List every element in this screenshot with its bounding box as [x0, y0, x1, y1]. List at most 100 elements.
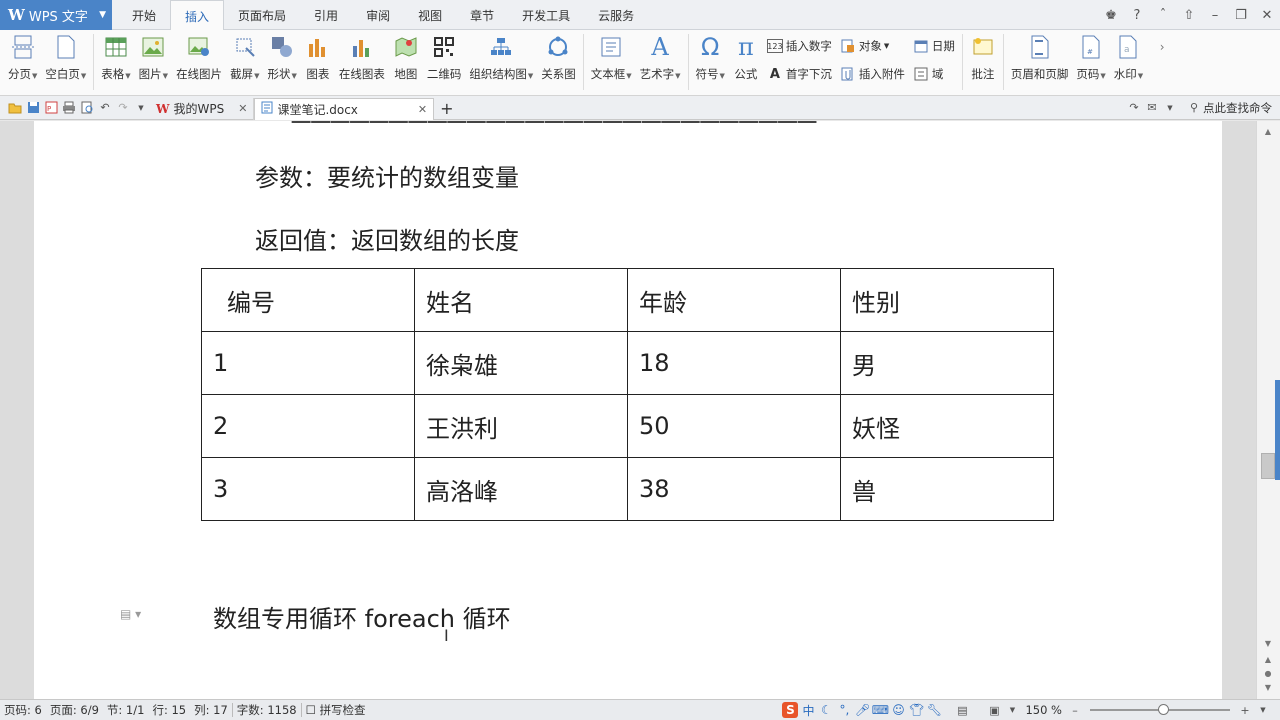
close-icon[interactable]: ✕: [418, 103, 427, 116]
help-button[interactable]: ?: [1124, 8, 1150, 23]
reading-view-icon[interactable]: ▤: [953, 702, 971, 718]
status-section[interactable]: 节: 1/1: [103, 702, 149, 718]
online-picture-button[interactable]: 在线图片: [172, 30, 226, 92]
status-page-code[interactable]: 页码: 6: [0, 702, 46, 718]
page-number-button[interactable]: # 页码▼: [1072, 30, 1109, 92]
table-header-cell[interactable]: 姓名: [414, 268, 628, 332]
table-cell[interactable]: 徐枭雄: [414, 331, 628, 395]
tab-cloud[interactable]: 云服务: [584, 0, 648, 30]
app-menu-button[interactable]: W WPS 文字 ▼: [0, 0, 112, 30]
org-chart-button[interactable]: 组织结构图▼: [465, 30, 537, 92]
paragraph-options-icon[interactable]: ▤ ▾: [120, 607, 141, 621]
minimize-button[interactable]: –: [1202, 8, 1228, 23]
scrollbar-thumb[interactable]: [1261, 453, 1275, 479]
picture-button[interactable]: 图片▼: [135, 30, 172, 92]
open-folder-icon[interactable]: [6, 100, 24, 116]
wrench-icon[interactable]: 🔧︎: [926, 702, 942, 718]
vertical-scrollbar[interactable]: ▲ ▼ ▲ ● ▼: [1256, 121, 1280, 699]
scroll-up-icon[interactable]: ▲: [1257, 127, 1279, 143]
spell-check-toggle[interactable]: ☐ 拼写检查: [302, 702, 370, 718]
tab-page-layout[interactable]: 页面布局: [224, 0, 300, 30]
insert-attachment-button[interactable]: 插入附件: [840, 62, 905, 86]
drop-cap-button[interactable]: A 首字下沉: [767, 62, 832, 86]
chevron-up-icon[interactable]: ˆ: [1150, 8, 1176, 23]
tab-references[interactable]: 引用: [300, 0, 352, 30]
side-panel-handle[interactable]: [1275, 380, 1280, 480]
save-icon[interactable]: [24, 100, 42, 116]
tab-review[interactable]: 审阅: [352, 0, 404, 30]
moon-icon[interactable]: ☾: [818, 702, 834, 718]
table-cell[interactable]: 2: [201, 394, 415, 458]
close-button[interactable]: ✕: [1254, 8, 1280, 23]
emoji-icon[interactable]: ☺: [890, 702, 906, 718]
table-cell[interactable]: 兽: [840, 457, 1054, 521]
table-cell[interactable]: 男: [840, 331, 1054, 395]
status-word-count[interactable]: 字数: 1158: [233, 702, 301, 718]
symbol-button[interactable]: Ω 符号▼: [692, 30, 729, 92]
insert-number-button[interactable]: 123 插入数字: [766, 34, 832, 58]
zoom-slider[interactable]: [1090, 704, 1230, 715]
table-cell[interactable]: 高洛峰: [414, 457, 628, 521]
zoom-in-icon[interactable]: +: [1236, 702, 1254, 718]
tab-my-wps[interactable]: W 我的WPS ✕: [150, 97, 255, 120]
table-cell[interactable]: 18: [627, 331, 841, 395]
punctuation-icon[interactable]: °,: [836, 702, 852, 718]
chevron-down-icon[interactable]: ▼: [132, 100, 150, 116]
table-cell[interactable]: 38: [627, 457, 841, 521]
chevron-down-icon[interactable]: ▼: [1003, 702, 1021, 718]
object-button[interactable]: 对象 ▼: [840, 34, 905, 58]
table-header-cell[interactable]: 性别: [840, 268, 1054, 332]
watermark-button[interactable]: a 水印▼: [1110, 30, 1147, 92]
zoom-out-icon[interactable]: –: [1066, 702, 1084, 718]
tab-home[interactable]: 开始: [118, 0, 170, 30]
shapes-button[interactable]: 形状▼: [263, 30, 300, 92]
microphone-icon[interactable]: 🎤︎: [854, 702, 870, 718]
close-icon[interactable]: ✕: [238, 102, 247, 115]
ime-language[interactable]: 中: [800, 702, 816, 718]
sogou-logo-icon[interactable]: S: [782, 702, 799, 718]
table-cell[interactable]: 3: [201, 457, 415, 521]
field-button[interactable]: 域: [913, 62, 955, 86]
wordart-button[interactable]: A 艺术字▼: [636, 30, 685, 92]
restore-ribbon-icon[interactable]: ⇧: [1176, 8, 1202, 23]
print-icon[interactable]: [60, 100, 78, 116]
tab-view[interactable]: 视图: [404, 0, 456, 30]
tab-document[interactable]: 课堂笔记.docx ✕: [254, 97, 435, 120]
comment-button[interactable]: 批注: [966, 30, 1000, 92]
status-page[interactable]: 页面: 6/9: [46, 702, 103, 718]
formula-button[interactable]: π 公式: [729, 30, 763, 92]
online-chart-button[interactable]: 在线图表: [335, 30, 389, 92]
header-footer-button[interactable]: 页眉和页脚: [1007, 30, 1073, 92]
table-cell[interactable]: 50: [627, 394, 841, 458]
new-tab-button[interactable]: +: [434, 98, 459, 120]
next-page-icon[interactable]: ▼: [1257, 683, 1279, 699]
qrcode-button[interactable]: 二维码: [423, 30, 466, 92]
data-table[interactable]: 编号 姓名 年龄 性别 1 徐枭雄 18 男 2 王洪利 50 妖怪 3 高洛峰…: [201, 268, 1054, 521]
scroll-down-icon[interactable]: ▼: [1257, 639, 1279, 655]
undo-icon[interactable]: ↶: [96, 100, 114, 116]
screenshot-button[interactable]: 截屏▼: [226, 30, 263, 92]
maximize-button[interactable]: ❐: [1228, 8, 1254, 23]
redo-icon[interactable]: ↷: [114, 100, 132, 116]
sync-icon[interactable]: ↷: [1125, 100, 1143, 116]
zoom-level[interactable]: 150 %: [1021, 703, 1066, 717]
keyboard-icon[interactable]: ⌨: [872, 702, 889, 718]
ribbon-more-button[interactable]: ›: [1147, 30, 1179, 92]
relation-chart-button[interactable]: 关系图: [537, 30, 580, 92]
skin-icon[interactable]: ♚: [1098, 8, 1124, 23]
table-cell[interactable]: 1: [201, 331, 415, 395]
tab-developer[interactable]: 开发工具: [508, 0, 584, 30]
chart-button[interactable]: 图表: [301, 30, 335, 92]
table-cell[interactable]: 妖怪: [840, 394, 1054, 458]
page-break-button[interactable]: 分页▼: [4, 30, 41, 92]
tab-section[interactable]: 章节: [456, 0, 508, 30]
table-button[interactable]: 表格▼: [97, 30, 134, 92]
table-header-cell[interactable]: 编号: [201, 268, 415, 332]
tab-insert[interactable]: 插入: [170, 0, 225, 31]
document-page[interactable]: ▁▂▃▁▂▃▁▂▃▁▂▃▁▂▃▁▂▃▁▂▃▁▂▃▁▂▃ 参数：要统计的数组变量 …: [34, 121, 1222, 699]
export-pdf-icon[interactable]: P: [42, 100, 60, 116]
map-button[interactable]: 地图: [389, 30, 423, 92]
share-icon[interactable]: ✉: [1143, 100, 1161, 116]
skin-shirt-icon[interactable]: 👕︎: [908, 702, 924, 718]
table-cell[interactable]: 王洪利: [414, 394, 628, 458]
